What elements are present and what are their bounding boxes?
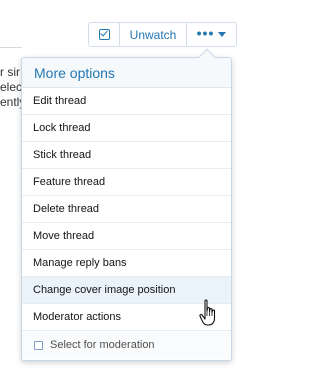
unwatch-label: Unwatch	[129, 27, 177, 42]
background-text: elect	[0, 80, 22, 94]
page-divider	[0, 47, 22, 48]
chevron-down-icon	[218, 32, 227, 37]
ellipsis-icon: •••	[196, 24, 215, 41]
hand-pointer-cursor-icon	[199, 299, 216, 326]
menu-item-edit-thread[interactable]: Edit thread	[22, 88, 231, 115]
menu-item-manage-reply-bans[interactable]: Manage reply bans	[22, 250, 231, 277]
menu-item-delete-thread[interactable]: Delete thread	[22, 196, 231, 223]
thread-action-buttons: Unwatch •••	[88, 22, 237, 47]
menu-item-feature-thread[interactable]: Feature thread	[22, 169, 231, 196]
menu-item-move-thread[interactable]: Move thread	[22, 223, 231, 250]
menu-title: More options	[22, 58, 231, 88]
checkbox-unchecked-icon[interactable]	[34, 340, 43, 350]
menu-item-lock-thread[interactable]: Lock thread	[22, 115, 231, 142]
background-text: r sir	[0, 65, 20, 79]
select-for-moderation[interactable]: Select for moderation	[22, 331, 231, 359]
background-text: ently	[0, 95, 22, 109]
watch-toggle-button[interactable]	[89, 23, 120, 46]
menu-item-stick-thread[interactable]: Stick thread	[22, 142, 231, 169]
unwatch-button[interactable]: Unwatch	[120, 23, 187, 46]
checkbox-checked-icon	[98, 29, 110, 40]
more-options-button[interactable]: •••	[187, 23, 236, 46]
